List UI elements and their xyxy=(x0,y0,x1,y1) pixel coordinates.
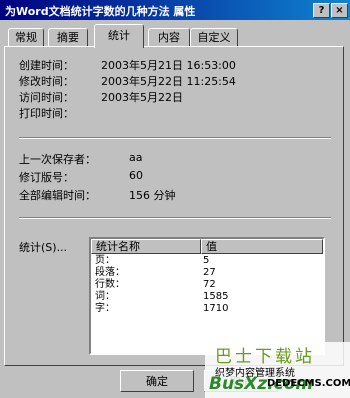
total-edit-time-label: 全部编辑时间： xyxy=(19,189,96,202)
last-saved-by-value: aa xyxy=(129,151,143,164)
statistics-label: 统计(S)... xyxy=(19,241,68,254)
tab-general[interactable]: 常规 xyxy=(8,28,44,47)
window-title: 为Word文档统计字数的几种方法 属性 xyxy=(5,5,196,18)
stat-name: 段落： xyxy=(95,267,125,278)
watermark-cms-url: DEDECMS.COM xyxy=(267,378,350,389)
tab-statistics[interactable]: 统计 xyxy=(94,24,144,48)
watermark: 巴士下载站 织梦内容管理系统 BusXz.com DEDECMS.COM xyxy=(205,342,350,398)
stat-name: 字： xyxy=(95,303,115,314)
close-button[interactable]: × xyxy=(331,3,348,18)
divider xyxy=(19,137,331,139)
accessed-label: 访问时间： xyxy=(19,91,74,104)
list-item[interactable]: 段落： 27 xyxy=(91,267,323,279)
title-bar: 为Word文档统计字数的几种方法 属性 ? × xyxy=(0,0,350,20)
stat-value: 1710 xyxy=(203,303,229,314)
revision-value: 60 xyxy=(129,169,143,182)
column-header-name[interactable]: 统计名称 xyxy=(91,239,201,254)
total-edit-time-value: 156 分钟 xyxy=(129,189,176,202)
list-item[interactable]: 页： 5 xyxy=(91,255,323,267)
printed-label: 打印时间： xyxy=(19,107,74,120)
stat-value: 5 xyxy=(203,255,210,266)
tab-strip: 常规 摘要 统计 内容 自定义 xyxy=(4,24,344,48)
column-header-value[interactable]: 值 xyxy=(201,239,323,254)
modified-value: 2003年5月22日 11:25:54 xyxy=(101,75,236,88)
stat-name: 页： xyxy=(95,255,115,266)
ok-button[interactable]: 确定 xyxy=(120,370,194,392)
tab-contents[interactable]: 内容 xyxy=(148,28,190,47)
statistics-list[interactable]: 统计名称 值 页： 5 段落： 27 行数： 72 词： 1585 字： 1710 xyxy=(89,237,325,355)
list-item[interactable]: 字： 1710 xyxy=(91,303,323,315)
divider xyxy=(19,217,331,219)
revision-label: 修订版号： xyxy=(19,171,74,184)
stat-value: 72 xyxy=(203,279,216,290)
stat-value: 1585 xyxy=(203,291,229,302)
accessed-value: 2003年5月22日 xyxy=(101,91,183,104)
stat-name: 词： xyxy=(95,291,115,302)
list-item[interactable]: 行数： 72 xyxy=(91,279,323,291)
list-item[interactable]: 词： 1585 xyxy=(91,291,323,303)
created-value: 2003年5月21日 16:53:00 xyxy=(101,59,236,72)
modified-label: 修改时间： xyxy=(19,75,74,88)
tab-summary[interactable]: 摘要 xyxy=(48,28,88,47)
help-button[interactable]: ? xyxy=(313,3,330,18)
statistics-panel: 创建时间： 2003年5月21日 16:53:00 修改时间： 2003年5月2… xyxy=(4,46,344,366)
tab-custom[interactable]: 自定义 xyxy=(190,28,238,47)
created-label: 创建时间： xyxy=(19,59,74,72)
stat-name: 行数： xyxy=(95,279,125,290)
stat-value: 27 xyxy=(203,267,216,278)
last-saved-by-label: 上一次保存者： xyxy=(19,153,96,166)
